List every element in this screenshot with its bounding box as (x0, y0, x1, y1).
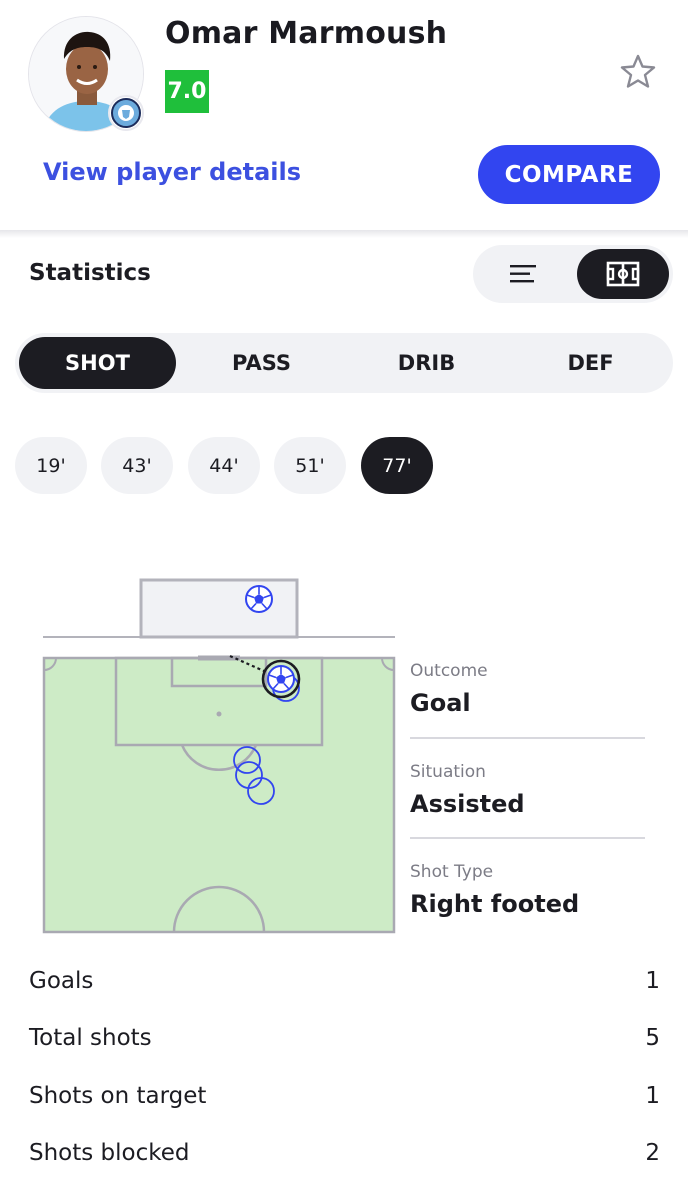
stat-value: 2 (645, 1140, 660, 1166)
goal-frame (139, 578, 299, 639)
category-tabs: SHOT PASS DRIB DEF (15, 333, 673, 393)
stat-value: 1 (645, 968, 660, 994)
favorite-star-icon[interactable] (618, 52, 658, 92)
pitch-icon (606, 261, 640, 287)
pitch-surface (42, 656, 396, 934)
club-badge-icon (108, 95, 144, 131)
shot-detail-outcome: Outcome Goal (410, 661, 645, 717)
tab-pass[interactable]: PASS (183, 337, 340, 389)
stat-value: 1 (645, 1083, 660, 1109)
minute-chip-selected[interactable]: 77' (361, 437, 433, 494)
detail-value: Assisted (410, 790, 525, 818)
stat-label: Shots on target (29, 1083, 207, 1109)
detail-label: Outcome (410, 661, 488, 681)
shot-detail-situation: Situation Assisted (410, 762, 645, 818)
shot-detail-type: Shot Type Right footed (410, 862, 645, 918)
detail-value: Right footed (410, 890, 580, 918)
shot-map (40, 575, 400, 940)
stat-row-shots-blocked: Shots blocked 2 (29, 1140, 660, 1166)
minute-chip[interactable]: 44' (188, 437, 260, 494)
list-view-button[interactable] (493, 249, 553, 299)
stat-label: Goals (29, 968, 94, 994)
tab-def[interactable]: DEF (512, 337, 669, 389)
stat-value: 5 (645, 1025, 660, 1051)
compare-button[interactable]: COMPARE (478, 145, 660, 204)
player-name: Omar Marmoush (165, 16, 448, 51)
minute-chip[interactable]: 43' (101, 437, 173, 494)
statistics-title: Statistics (29, 260, 151, 286)
minute-chip[interactable]: 19' (15, 437, 87, 494)
view-player-details-link[interactable]: View player details (43, 158, 301, 186)
stat-row-shots-on-target: Shots on target 1 (29, 1083, 660, 1109)
selected-shot-ball-icon (261, 659, 301, 699)
list-icon (510, 265, 536, 283)
detail-divider (410, 737, 645, 739)
tab-shot[interactable]: SHOT (19, 337, 176, 389)
player-header: Omar Marmoush 7.0 View player details CO… (0, 0, 688, 232)
goal-ball-icon (245, 585, 273, 613)
detail-value: Goal (410, 689, 471, 717)
detail-label: Shot Type (410, 862, 494, 882)
detail-divider (410, 837, 645, 839)
minute-chip[interactable]: 51' (274, 437, 346, 494)
shot-map-svg (42, 578, 396, 934)
player-rating-badge: 7.0 (165, 70, 209, 113)
tab-drib[interactable]: DRIB (348, 337, 505, 389)
stat-label: Total shots (29, 1025, 152, 1051)
detail-label: Situation (410, 762, 486, 782)
view-toggle (473, 245, 673, 303)
stat-label: Shots blocked (29, 1140, 190, 1166)
stat-row-goals: Goals 1 (29, 968, 660, 994)
header-divider (0, 230, 688, 238)
stat-row-total-shots: Total shots 5 (29, 1025, 660, 1051)
penalty-spot (216, 711, 222, 717)
pitch-view-button[interactable] (577, 249, 669, 299)
